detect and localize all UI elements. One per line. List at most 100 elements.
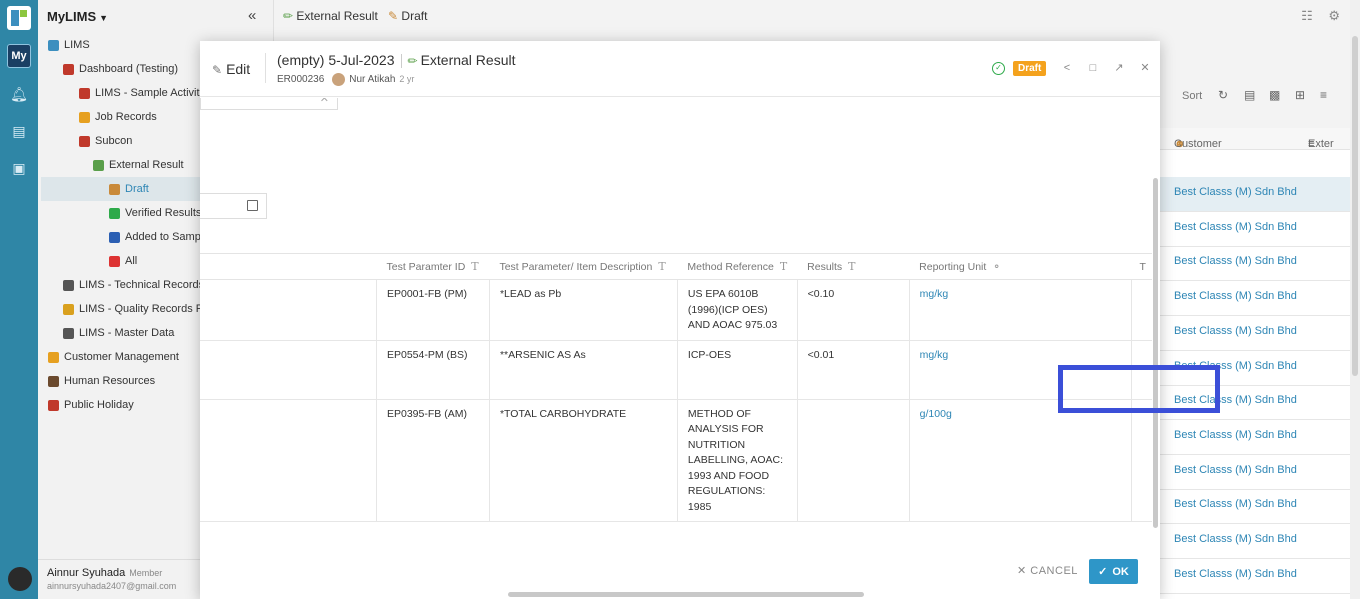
- list-item[interactable]: Best Classs (M) Sdn Bhd: [1160, 420, 1350, 455]
- org-chart-icon[interactable]: ☷: [1301, 8, 1313, 23]
- cell-method-reference[interactable]: ICP-OES: [677, 340, 798, 400]
- list-item[interactable]: Best Classs (M) Sdn Bhd: [1160, 455, 1350, 490]
- comment-icon[interactable]: □: [1086, 61, 1100, 75]
- check-circle-icon[interactable]: ✓: [992, 62, 1005, 75]
- column-truncated[interactable]: T: [1131, 253, 1152, 280]
- text-type-icon: T: [848, 260, 856, 273]
- status-badge[interactable]: Draft: [1013, 61, 1047, 76]
- check-box-icon: [109, 207, 120, 219]
- cell-test-parameter-id[interactable]: EP0395-FB (AM): [376, 399, 490, 522]
- sidebar-item-label: LIMS - Technical Records F: [79, 279, 214, 291]
- author-name[interactable]: Nur Atikah: [349, 74, 395, 85]
- close-icon[interactable]: ✕: [1138, 61, 1152, 75]
- list-item[interactable]: Best Classs (M) Sdn Bhd: [1160, 489, 1350, 525]
- calendar-icon: [48, 399, 59, 411]
- dialog-body: ✕ Test Paramter ID T Test Parameter/ Item…: [200, 98, 1152, 548]
- dialog-vertical-scrollbar[interactable]: [1152, 98, 1160, 594]
- list-item[interactable]: Best Classs (M) Sdn Bhd: [1160, 281, 1350, 317]
- cell-reporting-unit[interactable]: mg/kg: [909, 279, 1132, 341]
- text-field[interactable]: ✕: [200, 98, 338, 110]
- cell-description[interactable]: *LEAD as Pb: [489, 279, 678, 341]
- cell-results[interactable]: <0.01: [797, 340, 910, 400]
- table-row[interactable]: EP0001-FB (PM) *LEAD as Pb US EPA 6010B (1…: [200, 279, 1152, 341]
- clear-icon[interactable]: ✕: [320, 98, 329, 105]
- check-icon: ✓: [1098, 566, 1108, 578]
- edit-dialog: ✎ Edit (empty) 5-Jul-2023 ✏ External Result…: [200, 41, 1160, 599]
- sidebar-item-label: All: [125, 255, 138, 267]
- cell-results[interactable]: [797, 399, 910, 522]
- list-item[interactable]: Best Classs (M) Sdn Bhd: [1160, 177, 1350, 212]
- sidebar-item-label: Subcon: [95, 135, 133, 147]
- breadcrumb-draft[interactable]: ✎ Draft: [388, 9, 427, 23]
- mylims-badge[interactable]: My: [7, 44, 31, 68]
- app-brand[interactable]: MyLIMS ▼: [47, 9, 108, 24]
- highlight-box: [1058, 365, 1220, 413]
- globe-icon: [48, 39, 59, 51]
- cell-method-reference[interactable]: US EPA 6010B (1996)(ICP OES) AND AOAC 97…: [677, 279, 798, 341]
- cell-description[interactable]: *TOTAL CARBOHYDRATE: [489, 399, 678, 522]
- dialog-title: (empty) 5-Jul-2023 ✏ External Result: [277, 52, 516, 69]
- ok-button[interactable]: ✓ OK: [1089, 559, 1138, 584]
- dialog-header: ✎ Edit (empty) 5-Jul-2023 ✏ External Result…: [200, 41, 1160, 97]
- app-logo[interactable]: [7, 6, 31, 30]
- column-results[interactable]: Results T: [797, 253, 910, 280]
- column-description[interactable]: Test Parameter/ Item Description T: [489, 253, 678, 280]
- sidebar-item-label: Added to Sample: [125, 231, 210, 243]
- cell-method-reference[interactable]: METHOD OF ANALYSIS FOR NUTRITION LABELLI…: [677, 399, 798, 522]
- avatar: [8, 567, 32, 591]
- column-method-reference[interactable]: Method Reference T: [677, 253, 798, 280]
- lookup-icon: ⚬: [992, 260, 1002, 273]
- sidebar-item-label: External Result: [109, 159, 184, 171]
- cancel-button[interactable]: ✕ CANCEL: [1017, 564, 1078, 577]
- sun-icon: [63, 303, 74, 315]
- calendar-icon[interactable]: ▣: [10, 159, 28, 177]
- list-item[interactable]: Best Classs (M) Sdn Bhd: [1160, 316, 1350, 351]
- export-icon[interactable]: ▤: [1244, 88, 1258, 102]
- expand-icon[interactable]: ↗: [1112, 61, 1126, 75]
- gear-icon: [63, 327, 74, 339]
- page-scrollbar[interactable]: [1350, 0, 1360, 599]
- cell-test-parameter-id[interactable]: EP0001-FB (PM): [376, 279, 490, 341]
- record-age: 2 yr: [399, 74, 415, 85]
- add-calendar-icon[interactable]: ⊞: [1295, 88, 1309, 102]
- cell-test-parameter-id[interactable]: EP0554-PM (BS): [376, 340, 490, 400]
- list-item[interactable]: Best Classs (M) Sdn Bhd: [1160, 246, 1350, 282]
- list-item[interactable]: Best Classs (M) Sdn Bhd: [1160, 593, 1350, 599]
- smile-icon: [48, 351, 59, 363]
- sidebar-item-label: LIMS - Master Data: [79, 327, 175, 339]
- gear-icon[interactable]: ⚙: [1328, 8, 1340, 23]
- sidebar-item-label: Dashboard (Testing): [79, 63, 179, 75]
- dialog-footer: ✕ CANCEL ✓ OK: [200, 549, 1160, 599]
- list-item[interactable]: Best Classs (M) Sdn Bhd: [1160, 212, 1350, 247]
- column-reporting-unit[interactable]: Reporting Unit ⚬: [909, 253, 1132, 280]
- cell-description[interactable]: **ARSENIC AS As: [489, 340, 678, 400]
- calendar-icon[interactable]: [247, 200, 258, 211]
- bell-icon[interactable]: 🔔︎: [10, 85, 28, 103]
- table-row[interactable]: EP0554-PM (BS) **ARSENIC AS As ICP-OES <0.0…: [200, 340, 1152, 400]
- edit-label: ✎ Edit: [212, 61, 251, 77]
- warning-icon: [79, 111, 90, 123]
- text-type-icon: T: [471, 260, 479, 273]
- chart-icon[interactable]: ▤: [10, 122, 28, 140]
- chart-icon[interactable]: ▩: [1269, 88, 1283, 102]
- sort-button[interactable]: Sort: [1182, 90, 1202, 102]
- list-item[interactable]: Best Classs (M) Sdn Bhd: [1160, 524, 1350, 559]
- table-row[interactable]: EP0395-FB (AM) *TOTAL CARBOHYDRATE METHOD …: [200, 399, 1152, 522]
- list-item[interactable]: Best Classs (M) Sdn Bhd: [1160, 559, 1350, 594]
- collapse-sidebar-icon[interactable]: «: [248, 7, 256, 24]
- user-email: ainnursyuhada2407@gmail.com: [47, 581, 177, 591]
- share-icon[interactable]: <: [1060, 61, 1074, 75]
- sidebar-item-label: LIMS: [64, 39, 90, 51]
- sidebar-item-label: Verified Results: [125, 207, 202, 219]
- cell-results[interactable]: <0.10: [797, 279, 910, 341]
- cell-reporting-unit[interactable]: g/100g: [909, 399, 1132, 522]
- sidebar-item-label: Job Records: [95, 111, 157, 123]
- circle-icon: [109, 255, 120, 267]
- column-test-parameter-id[interactable]: Test Paramter ID T: [376, 253, 490, 280]
- text-type-icon: T: [658, 260, 666, 273]
- checklist-icon[interactable]: ≡: [1320, 88, 1334, 102]
- refresh-icon[interactable]: ↻: [1218, 88, 1232, 102]
- record-id: ER000236: [277, 74, 325, 86]
- breadcrumb-external-result[interactable]: ✏ External Result: [283, 9, 378, 23]
- date-field[interactable]: [200, 193, 267, 219]
